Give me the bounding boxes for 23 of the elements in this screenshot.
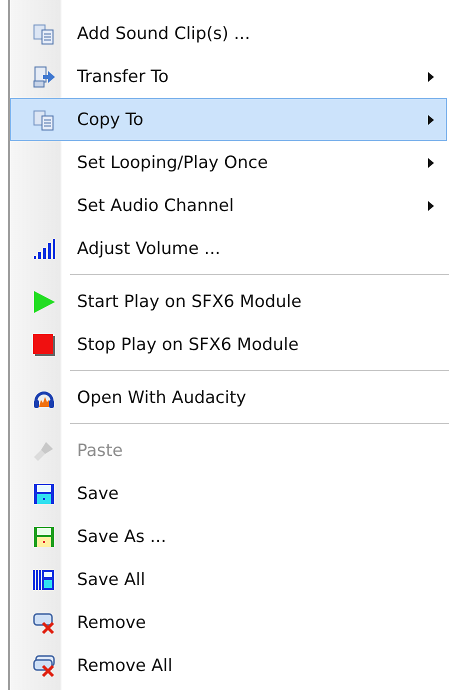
remove-all-icon: [32, 654, 56, 678]
menu-item[interactable]: Transfer To: [10, 55, 447, 98]
stop-icon: [32, 332, 56, 356]
menu-item[interactable]: Stop Play on SFX6 Module: [10, 323, 447, 366]
menu-item[interactable]: Remove: [10, 601, 447, 644]
menu-item[interactable]: Copy To: [10, 98, 447, 141]
menu-item[interactable]: Set Audio Channel: [10, 184, 447, 227]
menu-item[interactable]: Open With Audacity: [10, 376, 447, 419]
menu-item[interactable]: Remove All: [10, 644, 447, 687]
documents-icon: [32, 22, 56, 46]
volume-bars-icon: [32, 236, 56, 260]
menu-item[interactable]: Save As ...: [10, 515, 447, 558]
documents-icon: [32, 108, 56, 132]
menu-item[interactable]: Add Sound Clip(s) ...: [10, 12, 447, 55]
menu-item[interactable]: Set Looping/Play Once: [10, 141, 447, 184]
menu-item[interactable]: Start Play on SFX6 Module: [10, 280, 447, 323]
floppy-disks-icon: [32, 568, 56, 592]
play-icon: [32, 290, 56, 314]
menu-item[interactable]: Save: [10, 472, 447, 515]
menu-item[interactable]: Save All: [10, 558, 447, 601]
remove-icon: [32, 610, 56, 634]
menu-item[interactable]: Adjust Volume ...: [10, 227, 447, 270]
document-arrow-icon: [32, 64, 56, 88]
